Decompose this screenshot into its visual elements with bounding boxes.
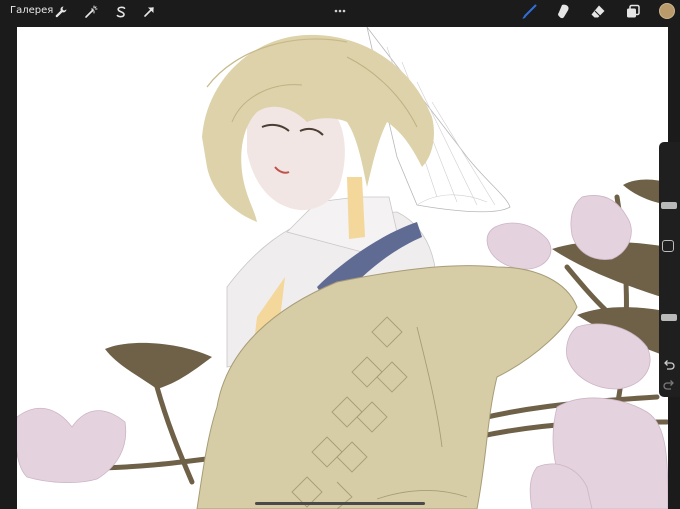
home-indicator bbox=[255, 502, 425, 505]
smudge-icon[interactable] bbox=[554, 2, 574, 22]
gallery-button[interactable]: Галерея bbox=[10, 5, 53, 17]
redo-icon[interactable] bbox=[662, 378, 676, 392]
selection-s-icon[interactable] bbox=[112, 3, 130, 21]
layers-icon[interactable] bbox=[623, 2, 643, 22]
opacity-slider[interactable] bbox=[661, 314, 677, 321]
undo-icon[interactable] bbox=[662, 358, 676, 372]
artwork-illustration bbox=[17, 27, 668, 509]
brush-size-slider[interactable] bbox=[661, 202, 677, 209]
more-dots-icon[interactable] bbox=[333, 1, 347, 13]
brush-sidebar bbox=[659, 142, 680, 397]
top-toolbar: Галерея bbox=[0, 0, 680, 24]
modify-button[interactable] bbox=[662, 240, 674, 252]
color-swatch[interactable] bbox=[659, 3, 675, 19]
arrow-transform-icon[interactable] bbox=[140, 3, 158, 21]
magic-wand-icon[interactable] bbox=[82, 3, 100, 21]
drawing-canvas[interactable] bbox=[17, 27, 668, 509]
eraser-icon[interactable] bbox=[588, 2, 608, 22]
wrench-icon[interactable] bbox=[52, 3, 70, 21]
brush-icon[interactable] bbox=[520, 2, 540, 22]
